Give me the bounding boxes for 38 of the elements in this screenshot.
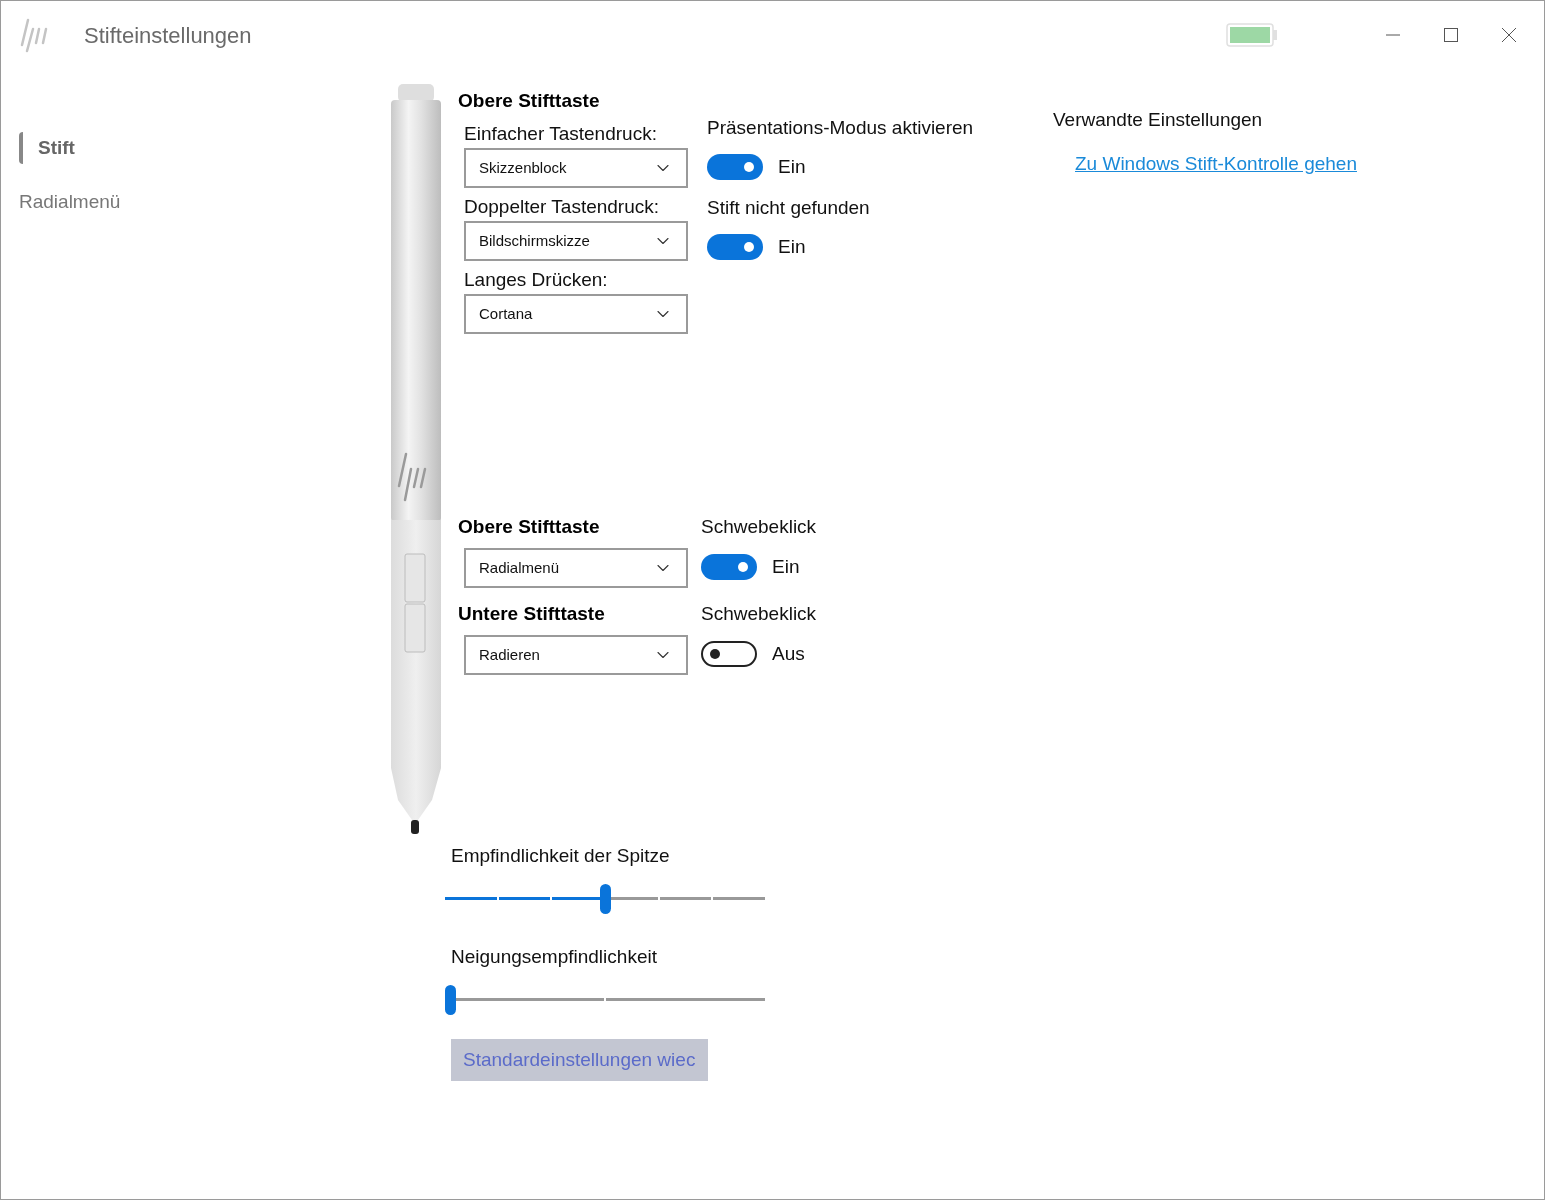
battery-icon (1226, 23, 1278, 47)
section-heading: Obere Stifttaste (458, 515, 601, 539)
maximize-icon (1444, 28, 1458, 42)
section-heading: Obere Stifttaste (458, 89, 601, 113)
toggle-state-text: Ein (772, 555, 800, 579)
section-heading: Untere Stifttaste (458, 602, 606, 626)
toggle-switch[interactable] (701, 554, 757, 581)
minimize-icon (1386, 34, 1400, 36)
toggle-state-text: Ein (778, 234, 806, 259)
window-title: Stifteinstellungen (84, 21, 252, 50)
sidebar-item[interactable]: Radialmenü (19, 186, 388, 218)
slider-thumb[interactable] (445, 985, 456, 1015)
dropdown[interactable]: Cortana (464, 294, 688, 334)
toggle-switch[interactable] (701, 641, 757, 668)
slider-label: Empfindlichkeit der Spitze (451, 844, 671, 868)
logo-icon (20, 17, 50, 53)
related-heading: Verwandte Einstellungen (1053, 108, 1264, 132)
toggle-state-text: Aus (772, 642, 805, 666)
slider-label: Neigungsempfindlichkeit (451, 945, 658, 969)
field-label: Doppelter Tastendruck: (464, 195, 661, 219)
slider[interactable] (445, 884, 765, 914)
field-label: Einfacher Tastendruck: (464, 122, 658, 146)
toggle-label: Stift nicht gefunden (707, 195, 871, 220)
toggle-switch[interactable] (707, 154, 763, 181)
toggle-label: Schwebeklick (701, 515, 817, 539)
toggle-state-text: Ein (778, 155, 806, 179)
toggle-switch[interactable] (707, 233, 763, 260)
dropdown[interactable]: Bildschirmskizze (464, 221, 688, 261)
dropdown[interactable]: Skizzenblock (464, 148, 688, 188)
close-icon (1502, 28, 1516, 42)
dropdown[interactable]: Radieren (464, 635, 688, 675)
dropdown[interactable]: Radialmenü (464, 548, 688, 588)
toggle-label: Präsentations-Modus aktivieren (707, 116, 975, 140)
slider-thumb[interactable] (599, 884, 611, 914)
field-label: Langes Drücken: (464, 268, 609, 292)
slider[interactable] (445, 985, 765, 1015)
toggle-label: Schwebeklick (701, 602, 817, 626)
windows-pen-settings-link[interactable]: Zu Windows Stift-Kontrolle gehen (1075, 150, 1357, 178)
